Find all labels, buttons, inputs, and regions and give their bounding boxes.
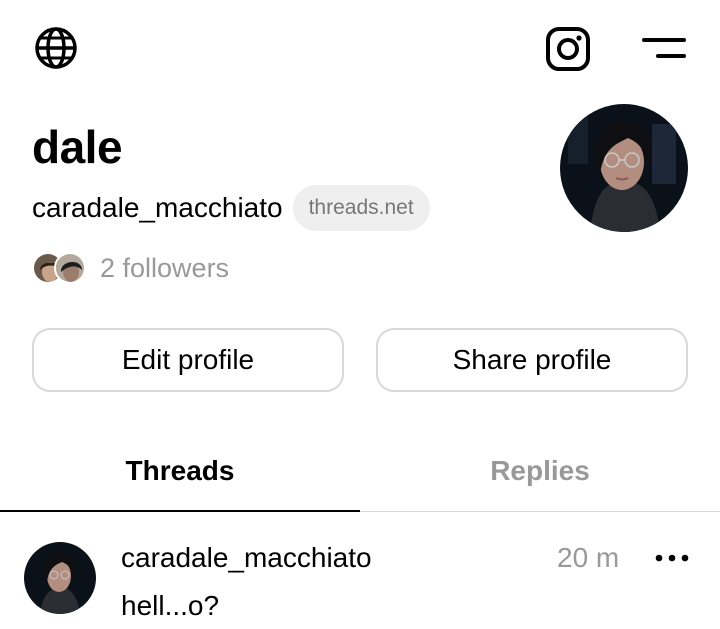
globe-icon[interactable]: [32, 24, 80, 72]
domain-badge[interactable]: threads.net: [292, 185, 430, 231]
post-timestamp: 20 m: [557, 542, 620, 573]
share-profile-button[interactable]: Share profile: [376, 328, 688, 392]
tab-threads[interactable]: Threads: [0, 430, 360, 512]
tab-replies[interactable]: Replies: [360, 430, 720, 512]
followers-row[interactable]: 2 followers: [32, 250, 229, 286]
post-username[interactable]: caradale_macchiato: [121, 542, 372, 574]
post-avatar[interactable]: [24, 542, 96, 614]
follower-avatars: [32, 252, 92, 284]
follower-avatar: [54, 252, 86, 284]
menu-icon[interactable]: [638, 30, 690, 66]
edit-profile-button[interactable]: Edit profile: [32, 328, 344, 392]
followers-count: 2 followers: [100, 252, 230, 283]
handle-row: caradale_macchiato threads.net: [32, 185, 430, 231]
instagram-icon[interactable]: [543, 24, 593, 74]
profile-handle: caradale_macchiato: [32, 192, 283, 223]
thread-post[interactable]: caradale_macchiato 20 m hell...o?: [0, 512, 720, 629]
more-icon[interactable]: [652, 544, 692, 572]
top-bar: [0, 0, 720, 96]
profile-name: dale: [32, 121, 123, 173]
profile-avatar[interactable]: [560, 104, 688, 232]
profile-tabs: Threads Replies: [0, 430, 720, 512]
post-text: hell...o?: [121, 590, 220, 621]
